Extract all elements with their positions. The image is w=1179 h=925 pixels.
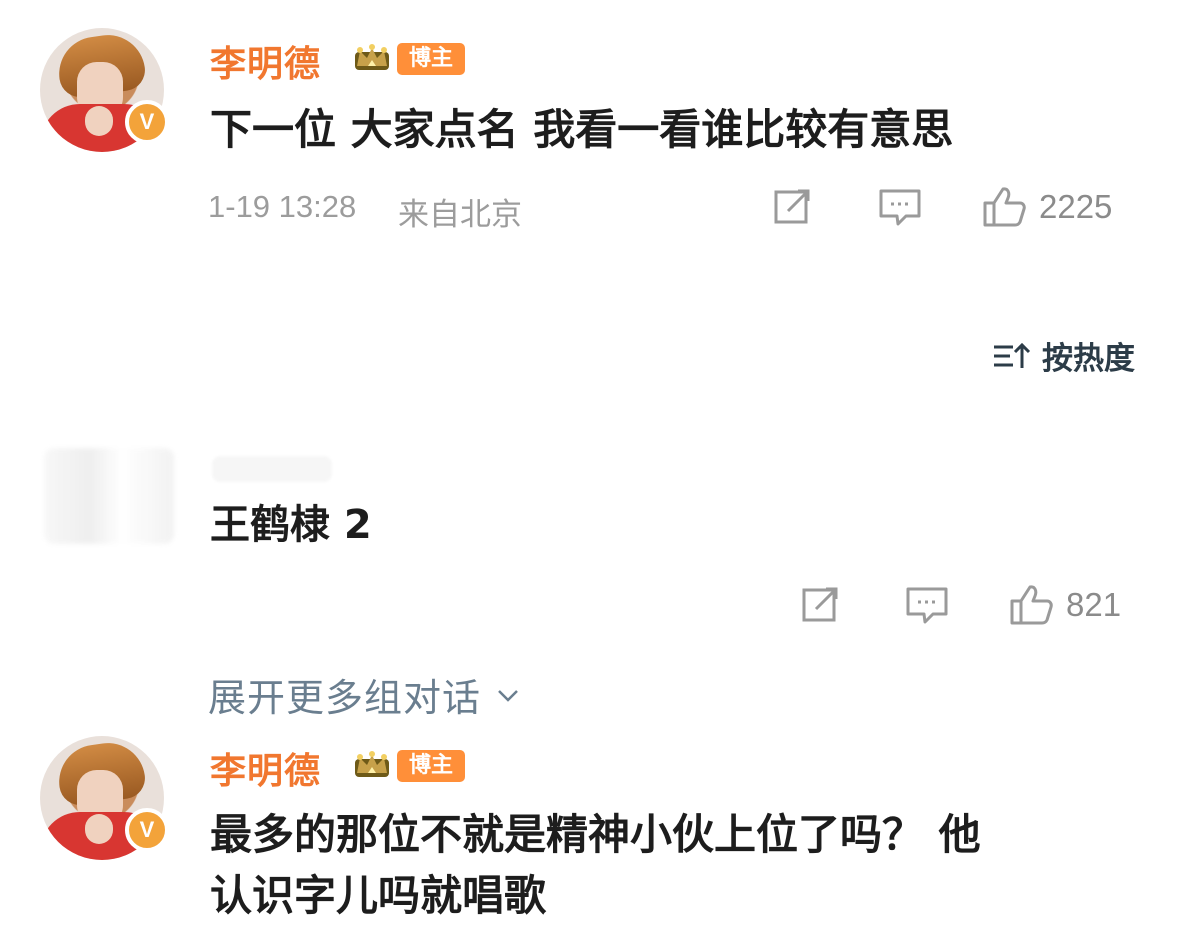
username[interactable]: 李明德	[210, 35, 321, 87]
expand-label: 展开更多组对话	[208, 676, 482, 720]
comment-icon	[879, 189, 921, 226]
comment-text: 下一位 大家点名 我看一看谁比较有意思	[210, 105, 954, 154]
like-count: 2225	[1039, 188, 1113, 225]
comment-text-line-2: 认识字儿吗就唱歌	[210, 871, 547, 920]
author-avatar[interactable]: V	[40, 28, 169, 152]
chevron-down-icon	[498, 689, 518, 702]
comment-icon	[906, 587, 948, 624]
expand-more-conversations-button[interactable]: 展开更多组对话	[208, 667, 521, 722]
crown-icon	[355, 44, 389, 70]
verified-icon: V	[125, 100, 169, 144]
blogger-tag: 博主	[397, 43, 466, 75]
blurred-username[interactable]	[212, 456, 332, 482]
share-icon	[802, 587, 838, 622]
share-button[interactable]	[802, 585, 844, 623]
share-button[interactable]	[774, 187, 816, 225]
username[interactable]: 李明德	[210, 742, 321, 794]
comment-location: 来自北京	[398, 197, 522, 232]
blurred-avatar[interactable]	[44, 448, 174, 544]
author-avatar[interactable]: V	[40, 736, 169, 860]
sort-label: 按热度	[1042, 341, 1135, 377]
comment-button[interactable]	[905, 585, 949, 625]
like-icon	[983, 187, 1026, 227]
like-icon	[1010, 585, 1053, 625]
sort-icon	[994, 342, 1031, 368]
verified-icon: V	[125, 808, 169, 852]
comment-text: 王鹤棣 2	[210, 502, 372, 548]
like-button[interactable]: 821	[1008, 583, 1121, 627]
crown-icon	[355, 751, 389, 777]
share-icon	[774, 189, 810, 224]
comment-text-line-1: 最多的那位不就是精神小伙上位了吗？ 他	[210, 810, 981, 859]
comment-time: 1-19 13:28	[208, 189, 357, 224]
sort-by-heat-button[interactable]: 按热度	[990, 333, 1135, 378]
comment-button[interactable]	[878, 187, 922, 227]
like-button[interactable]: 2225	[981, 185, 1112, 229]
blogger-tag: 博主	[397, 750, 466, 782]
like-count: 821	[1066, 586, 1122, 623]
